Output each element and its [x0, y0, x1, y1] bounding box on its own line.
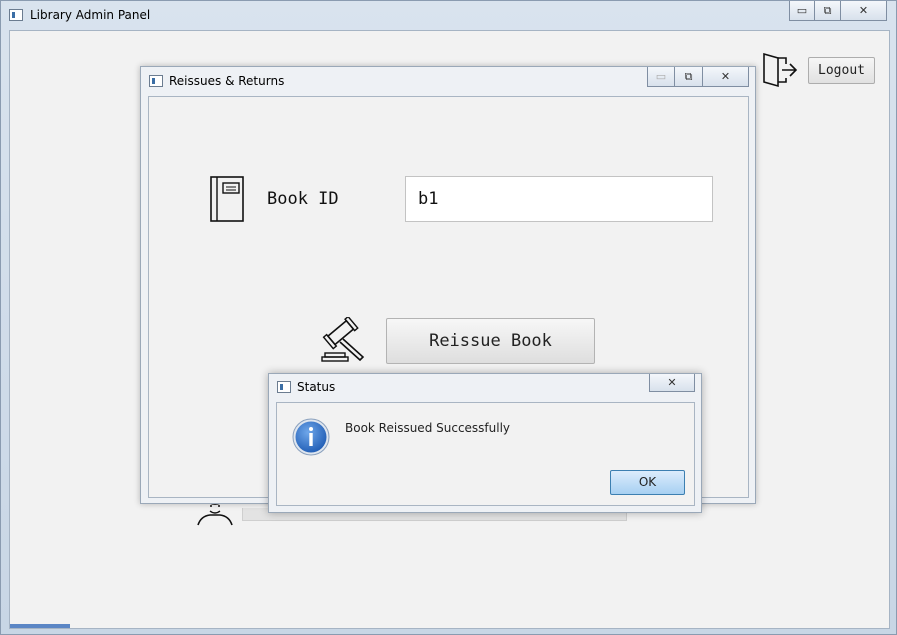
- reissue-window-title: Reissues & Returns: [169, 74, 285, 88]
- gavel-icon: [321, 317, 365, 362]
- reissue-minimize-button[interactable]: ▭: [647, 67, 675, 87]
- reissue-caption-buttons: ▭ ⧉ ✕: [647, 67, 749, 87]
- status-titlebar[interactable]: Status ✕: [269, 374, 701, 402]
- minimize-icon: ▭: [796, 4, 808, 17]
- book-icon: [210, 176, 244, 222]
- reissue-window-icon: [149, 75, 163, 87]
- book-id-label: Book ID: [267, 189, 339, 209]
- status-window-icon: [277, 381, 291, 393]
- close-icon: ✕: [720, 70, 731, 83]
- main-window-title: Library Admin Panel: [30, 8, 151, 22]
- progress-strip: [10, 624, 70, 628]
- logout-icon[interactable]: [760, 50, 800, 90]
- minimize-icon: ▭: [655, 70, 667, 83]
- reissue-close-button[interactable]: ✕: [703, 67, 749, 87]
- status-dialog-title: Status: [297, 380, 336, 394]
- restore-icon: ⧉: [684, 69, 693, 83]
- close-icon: ✕: [858, 4, 869, 17]
- minimize-button[interactable]: ▭: [789, 1, 815, 21]
- status-dialog: Status ✕ Book Reissued Successfully OK: [268, 373, 702, 513]
- reissue-titlebar[interactable]: Reissues & Returns ▭ ⧉ ✕: [141, 67, 755, 95]
- restore-button[interactable]: ⧉: [815, 1, 841, 21]
- app-window-icon: [9, 9, 23, 21]
- reissue-restore-button[interactable]: ⧉: [675, 67, 703, 87]
- status-caption-buttons: ✕: [649, 374, 695, 392]
- main-caption-buttons: ▭ ⧉ ✕: [789, 1, 887, 21]
- close-icon: ✕: [667, 376, 677, 389]
- reissue-book-button[interactable]: Reissue Book: [386, 318, 595, 364]
- status-client-area: Book Reissued Successfully OK: [276, 402, 695, 506]
- status-close-button[interactable]: ✕: [649, 374, 695, 392]
- logout-button[interactable]: Logout: [808, 57, 875, 84]
- close-button[interactable]: ✕: [841, 1, 887, 21]
- info-icon: [292, 418, 330, 456]
- ok-button[interactable]: OK: [610, 470, 685, 495]
- book-id-input[interactable]: b1: [405, 176, 713, 222]
- main-titlebar[interactable]: Library Admin Panel ▭ ⧉ ✕: [1, 1, 896, 29]
- restore-icon: ⧉: [823, 3, 832, 17]
- status-message: Book Reissued Successfully: [345, 421, 511, 435]
